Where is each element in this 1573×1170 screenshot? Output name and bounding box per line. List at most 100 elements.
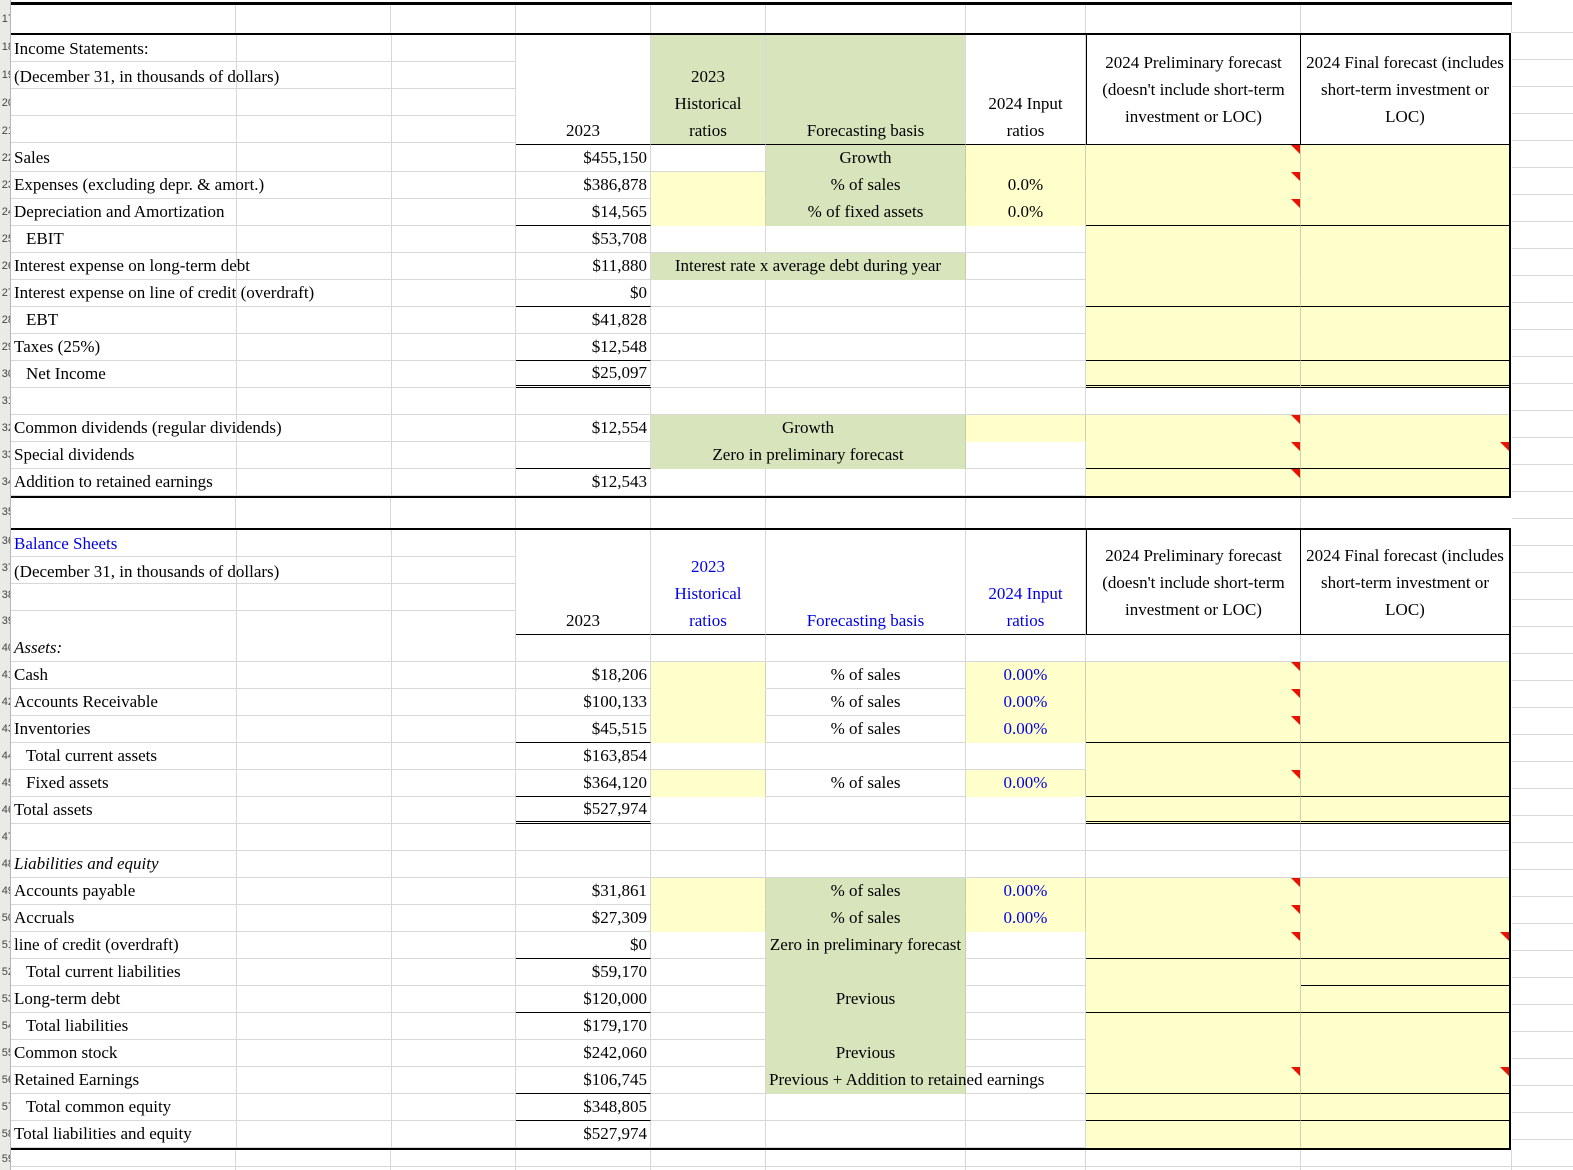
- row-header: 50: [1, 912, 10, 924]
- prelim-forecast-cell[interactable]: [1086, 334, 1301, 361]
- row-header: 20: [1, 97, 10, 109]
- input-ratio-cell[interactable]: 0.00%: [966, 662, 1086, 689]
- gridline: [515, 1150, 516, 1170]
- row-header: 22: [1, 152, 10, 164]
- final-forecast-cell[interactable]: [1301, 1121, 1509, 1148]
- forecast-basis: % of fixed assets: [766, 199, 966, 226]
- prelim-forecast-cell[interactable]: [1086, 689, 1301, 716]
- prelim-forecast-cell[interactable]: [1086, 1094, 1301, 1121]
- input-ratio-cell[interactable]: 0.0%: [966, 199, 1086, 226]
- input-ratio-cell[interactable]: 0.00%: [966, 716, 1086, 743]
- final-forecast-cell[interactable]: [1301, 199, 1509, 226]
- final-forecast-cell[interactable]: [1301, 743, 1509, 770]
- prelim-forecast-cell[interactable]: [1086, 442, 1301, 469]
- row-header: 17: [1, 13, 10, 25]
- final-forecast-cell[interactable]: [1301, 689, 1509, 716]
- final-forecast-cell[interactable]: [1301, 226, 1509, 253]
- forecast-basis: Zero in preliminary forecast: [766, 932, 966, 959]
- prelim-forecast-cell[interactable]: [1086, 415, 1301, 442]
- prelim-forecast-cell[interactable]: [1086, 1040, 1301, 1067]
- row-sales: Sales $455,150 Growth: [11, 145, 1509, 172]
- final-forecast-cell[interactable]: [1301, 415, 1509, 442]
- forecast-basis: [766, 280, 966, 307]
- row-header: 34: [1, 476, 10, 488]
- prelim-forecast-cell[interactable]: [1086, 905, 1301, 932]
- balance-title-block: Balance Sheets (December 31, in thousand…: [11, 530, 516, 635]
- input-ratio-cell: [966, 743, 1086, 770]
- final-forecast-cell[interactable]: [1301, 1040, 1509, 1067]
- value-2023: $106,745: [516, 1067, 651, 1094]
- final-forecast-cell[interactable]: [1301, 770, 1509, 797]
- label: Expenses (excluding depr. & amort.): [11, 172, 516, 199]
- row-accounts-payable: Accounts payable $31,861 % of sales 0.00…: [11, 878, 1509, 905]
- final-forecast-cell[interactable]: [1301, 1094, 1509, 1121]
- cell: [651, 851, 766, 878]
- final-forecast-cell[interactable]: [1301, 253, 1509, 280]
- value-2023: $527,974: [516, 797, 651, 824]
- cell: [1301, 388, 1509, 415]
- prelim-forecast-cell[interactable]: [1086, 307, 1301, 334]
- input-ratio-cell[interactable]: [966, 145, 1086, 172]
- final-forecast-cell[interactable]: [1301, 662, 1509, 689]
- prelim-forecast-cell[interactable]: [1086, 1013, 1301, 1040]
- final-forecast-cell[interactable]: [1301, 932, 1509, 959]
- final-forecast-cell[interactable]: [1301, 797, 1509, 824]
- final-forecast-cell[interactable]: [1301, 1013, 1509, 1040]
- final-forecast-cell[interactable]: [1301, 878, 1509, 905]
- hist-ratio-cell: [651, 1094, 766, 1121]
- prelim-forecast-cell[interactable]: [1086, 172, 1301, 199]
- prelim-forecast-cell[interactable]: [1086, 932, 1301, 959]
- prelim-forecast-cell[interactable]: [1086, 253, 1301, 280]
- final-forecast-cell[interactable]: [1301, 1067, 1509, 1094]
- value-2023: $45,515: [516, 716, 651, 743]
- forecast-basis: Interest rate x average debt during year: [651, 253, 966, 280]
- final-forecast-cell[interactable]: [1301, 307, 1509, 334]
- input-ratio-cell[interactable]: 0.00%: [966, 770, 1086, 797]
- input-ratio-cell[interactable]: 0.00%: [966, 905, 1086, 932]
- final-forecast-cell[interactable]: [1301, 361, 1509, 388]
- prelim-forecast-cell[interactable]: [1086, 469, 1301, 496]
- input-ratio-cell: [966, 1094, 1086, 1121]
- final-forecast-cell[interactable]: [1301, 959, 1509, 986]
- final-forecast-cell[interactable]: [1301, 986, 1509, 1013]
- row-header: 46: [1, 804, 10, 816]
- row-long-term-debt: Long-term debt $120,000 Previous: [11, 986, 1509, 1013]
- gridline: [515, 498, 516, 528]
- prelim-forecast-cell[interactable]: [1086, 743, 1301, 770]
- final-forecast-cell[interactable]: [1301, 145, 1509, 172]
- row-interest-loc: Interest expense on line of credit (over…: [11, 280, 1509, 307]
- prelim-forecast-cell[interactable]: [1086, 280, 1301, 307]
- prelim-forecast-cell[interactable]: [1086, 959, 1301, 986]
- final-forecast-cell[interactable]: [1301, 280, 1509, 307]
- gridline: [1511, 5, 1512, 33]
- final-forecast-cell[interactable]: [1301, 442, 1509, 469]
- final-forecast-cell[interactable]: [1301, 905, 1509, 932]
- value-2023: $12,543: [516, 469, 651, 496]
- hist-ratio-cell: [651, 959, 766, 986]
- prelim-forecast-cell[interactable]: [1086, 1121, 1301, 1148]
- row-header: 31: [1, 395, 10, 407]
- final-forecast-cell[interactable]: [1301, 716, 1509, 743]
- input-ratio-cell[interactable]: 0.00%: [966, 689, 1086, 716]
- prelim-forecast-cell[interactable]: [1086, 226, 1301, 253]
- prelim-forecast-cell[interactable]: [1086, 716, 1301, 743]
- prelim-forecast-cell[interactable]: [1086, 797, 1301, 824]
- prelim-forecast-cell[interactable]: [1086, 662, 1301, 689]
- gridline: [650, 5, 651, 33]
- income-title: Income Statements:: [14, 39, 149, 58]
- label: Addition to retained earnings: [11, 469, 516, 496]
- row-taxes: Taxes (25%) $12,548: [11, 334, 1509, 361]
- final-forecast-cell[interactable]: [1301, 172, 1509, 199]
- prelim-forecast-cell[interactable]: [1086, 361, 1301, 388]
- final-forecast-cell[interactable]: [1301, 334, 1509, 361]
- prelim-forecast-cell[interactable]: [1086, 1067, 1301, 1094]
- input-ratio-cell[interactable]: 0.0%: [966, 172, 1086, 199]
- prelim-forecast-cell[interactable]: [1086, 145, 1301, 172]
- prelim-forecast-cell[interactable]: [1086, 770, 1301, 797]
- prelim-forecast-cell[interactable]: [1086, 986, 1301, 1013]
- input-ratio-cell[interactable]: 0.00%: [966, 878, 1086, 905]
- input-ratio-cell[interactable]: [966, 415, 1086, 442]
- prelim-forecast-cell[interactable]: [1086, 199, 1301, 226]
- prelim-forecast-cell[interactable]: [1086, 878, 1301, 905]
- final-forecast-cell[interactable]: [1301, 469, 1509, 496]
